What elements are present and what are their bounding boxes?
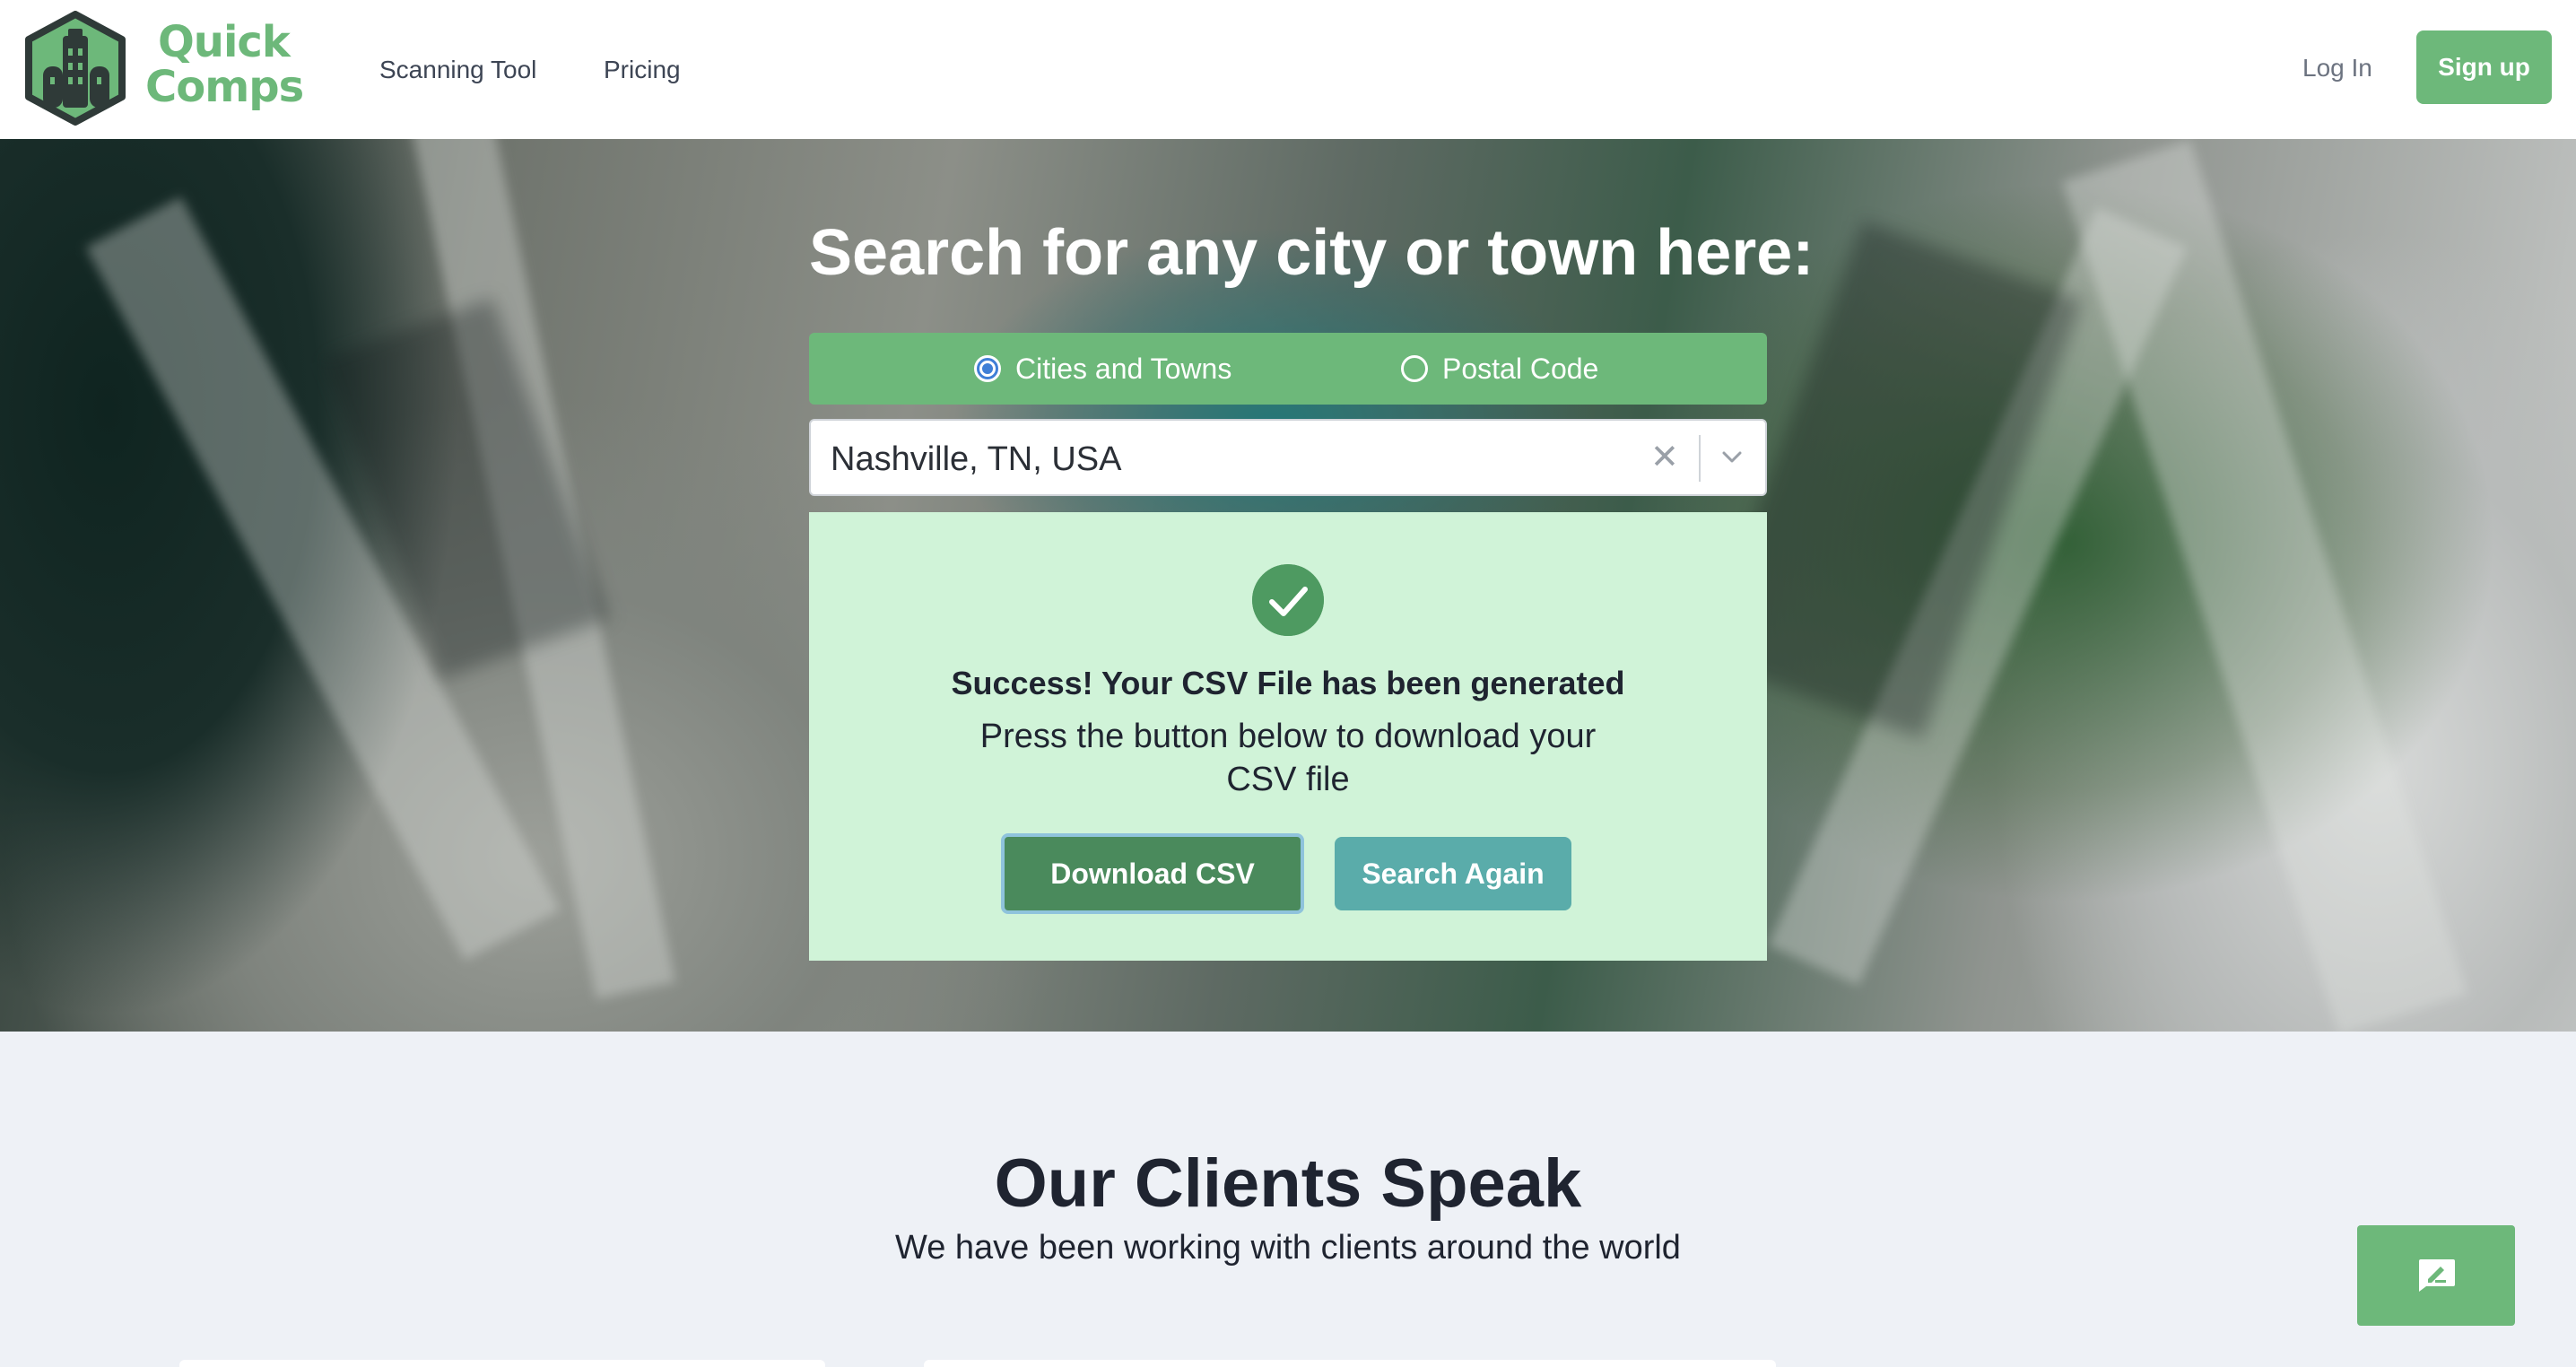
testimonial-card: [924, 1360, 1776, 1367]
nav-scanning-tool[interactable]: Scanning Tool: [379, 56, 536, 84]
clients-title: Our Clients Speak: [994, 1145, 1582, 1222]
search-again-button[interactable]: Search Again: [1335, 837, 1571, 910]
clients-subtitle: We have been working with clients around…: [895, 1229, 1681, 1267]
select-divider: [1699, 435, 1701, 482]
brand-line-1: Quick: [158, 17, 291, 67]
hero-title: Search for any city or town here:: [809, 217, 1815, 289]
radio-postal-code[interactable]: Postal Code: [1401, 333, 1598, 405]
search-type-radio-group: Cities and Towns Postal Code: [809, 333, 1767, 405]
radio-label: Postal Code: [1442, 352, 1599, 385]
success-panel: Success! Your CSV File has been generate…: [809, 512, 1767, 961]
signup-button[interactable]: Sign up: [2416, 30, 2552, 104]
login-link[interactable]: Log In: [2302, 54, 2372, 83]
check-circle-icon: [1252, 564, 1324, 636]
hero-section: Search for any city or town here: Cities…: [0, 139, 2576, 1032]
radio-checked-icon[interactable]: [974, 355, 1001, 382]
radio-cities-and-towns[interactable]: Cities and Towns: [974, 333, 1231, 405]
testimonial-card: [179, 1360, 825, 1367]
background-stripe: [2062, 140, 2467, 1032]
radio-unchecked-icon[interactable]: [1401, 355, 1428, 382]
location-select-value[interactable]: Nashville, TN, USA: [831, 440, 1122, 479]
close-icon[interactable]: ✕: [1650, 437, 1679, 477]
feedback-button[interactable]: [2357, 1225, 2515, 1326]
chevron-down-icon[interactable]: [1719, 444, 1745, 471]
download-csv-button[interactable]: Download CSV: [1001, 833, 1304, 914]
nav-pricing[interactable]: Pricing: [604, 56, 681, 84]
success-message: Press the button below to download your …: [979, 718, 1597, 798]
brand-line-2: Comps: [145, 62, 304, 112]
radio-label: Cities and Towns: [1015, 352, 1232, 385]
location-select[interactable]: Nashville, TN, USA ✕: [809, 419, 1767, 496]
brand-name[interactable]: Quick Comps: [145, 17, 304, 112]
quick-comps-logo-icon[interactable]: [23, 11, 127, 126]
top-navbar: Quick Comps Scanning Tool Pricing Log In…: [0, 0, 2576, 139]
success-title: Success! Your CSV File has been generate…: [951, 665, 1625, 701]
feedback-icon: [2419, 1259, 2455, 1292]
